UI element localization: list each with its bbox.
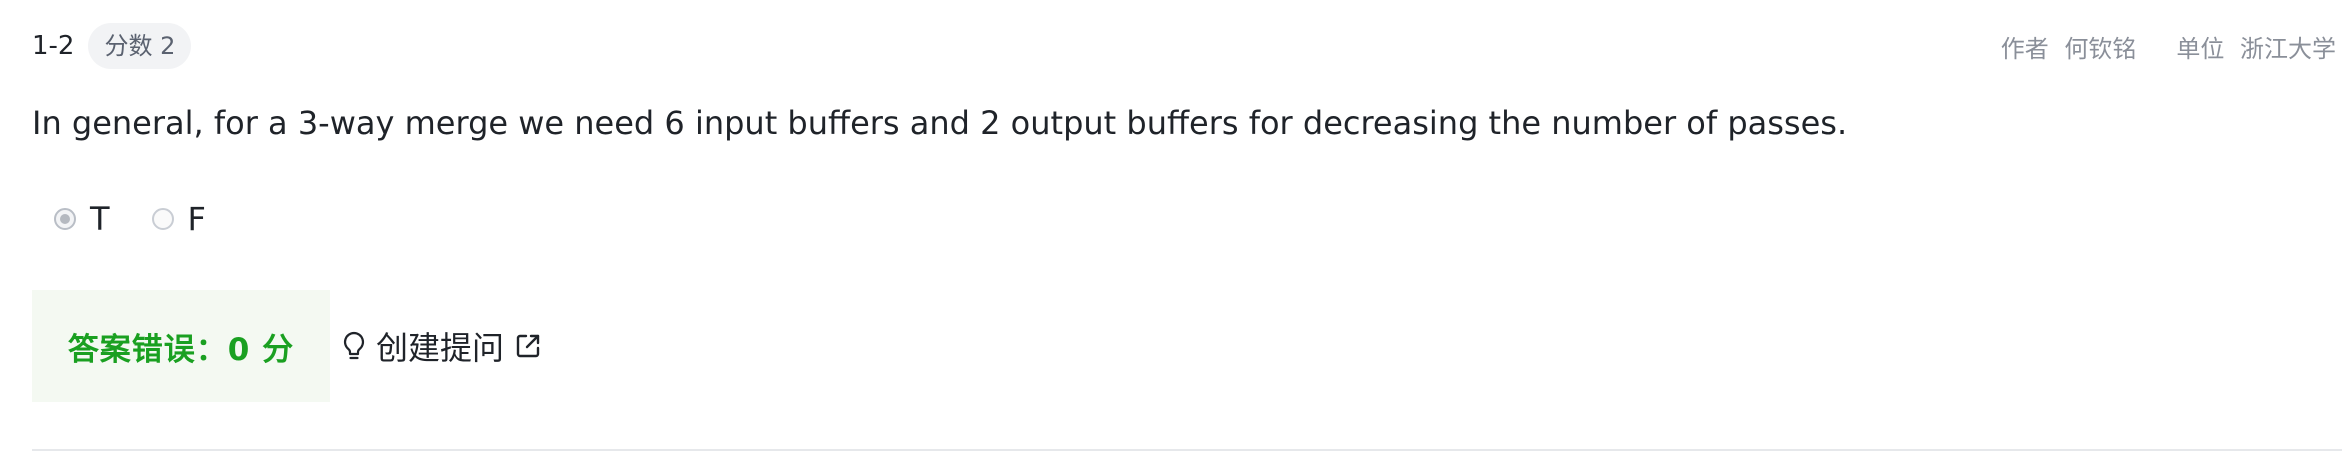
result-box: 答案错误：0 分 [32, 290, 330, 402]
unit-name: 浙江大学 [2240, 34, 2336, 63]
author-label: 作者 [2000, 34, 2049, 63]
question-number: 1-2 [32, 31, 75, 61]
question-header: 1-2 分数 2 作者 何钦铭 单位 浙江大学 [32, 22, 2342, 70]
result-text: 答案错误：0 分 [67, 331, 295, 368]
option-true[interactable]: T [54, 200, 110, 238]
external-link-icon [514, 332, 542, 360]
radio-true[interactable] [54, 208, 76, 230]
create-question-link[interactable]: 创建提问 [340, 322, 542, 370]
option-true-label: T [90, 200, 110, 238]
question-meta: 作者 何钦铭 单位 浙江大学 [1961, 22, 2336, 70]
unit-label: 单位 [2176, 34, 2225, 63]
author-name: 何钦铭 [2064, 34, 2137, 63]
lightbulb-icon [340, 330, 368, 362]
unit-info: 单位 浙江大学 [2176, 29, 2336, 64]
create-question-label: 创建提问 [376, 329, 505, 367]
score-badge: 分数 2 [88, 23, 192, 69]
author-info: 作者 何钦铭 [2001, 29, 2137, 64]
option-false-label: F [187, 200, 206, 238]
radio-false[interactable] [151, 208, 174, 230]
question-text: In general, for a 3-way merge we need 6 … [32, 104, 1848, 142]
divider [32, 449, 2342, 451]
answer-options: T F [54, 200, 248, 238]
option-false[interactable]: F [151, 200, 206, 238]
